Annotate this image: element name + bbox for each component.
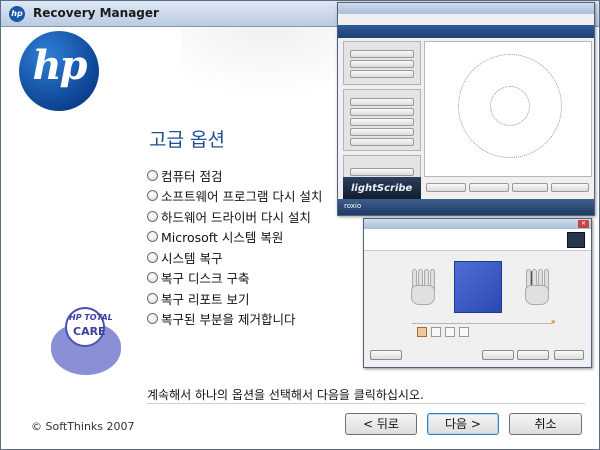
roxio-group-3 xyxy=(343,155,421,179)
roxio-option-button[interactable] xyxy=(350,50,414,58)
care-logo-line1: HP TOTAL xyxy=(69,313,113,322)
roxio-option-button[interactable] xyxy=(350,60,414,68)
option-label: 하드웨어 드라이버 다시 설치 xyxy=(161,209,311,225)
back-button[interactable]: < 뒤로 xyxy=(345,413,417,435)
roxio-edit-button[interactable] xyxy=(350,138,414,146)
step-box xyxy=(445,327,455,337)
step-box xyxy=(417,327,427,337)
roxio-edit-button[interactable] xyxy=(350,108,414,116)
lightscribe-logo: lightScribe xyxy=(343,177,421,201)
roxio-left-panel xyxy=(343,41,421,197)
option-reinstall-software[interactable]: 소프트웨어 프로그램 다시 설치 xyxy=(147,186,322,207)
left-hand-icon xyxy=(408,267,438,307)
roxio-footer-logo: roxio xyxy=(344,202,362,210)
radio-icon[interactable] xyxy=(147,292,158,304)
option-label: 복구 리포트 보기 xyxy=(161,291,250,307)
roxio-labeler-window: lightScribe roxio xyxy=(337,2,595,216)
roxio-group-1 xyxy=(343,41,421,85)
option-label: 소프트웨어 프로그램 다시 설치 xyxy=(161,189,323,205)
dialog-header xyxy=(364,229,591,251)
lightscribe-dialog: ✕ ★ xyxy=(363,218,592,368)
option-system-restore[interactable]: Microsoft 시스템 복원 xyxy=(147,227,322,248)
option-reinstall-drivers[interactable]: 하드웨어 드라이버 다시 설치 xyxy=(147,206,322,227)
copyright-text: © SoftThinks 2007 xyxy=(31,420,135,433)
roxio-group-2 xyxy=(343,89,421,151)
dialog-details-button[interactable] xyxy=(370,350,402,360)
palm xyxy=(525,285,549,305)
roxio-bottom-button[interactable] xyxy=(469,183,509,192)
radio-icon[interactable] xyxy=(147,169,158,181)
next-button[interactable]: 다음 > xyxy=(427,413,499,435)
hp-logo: hp xyxy=(19,31,99,111)
radio-icon[interactable] xyxy=(147,210,158,222)
option-label: 복구 디스크 구축 xyxy=(161,271,250,287)
roxio-edit-button[interactable] xyxy=(350,118,414,126)
roxio-title-bar[interactable] xyxy=(338,3,594,14)
hp-total-care-logo: HP TOTAL CARE xyxy=(41,301,127,381)
roxio-print-button[interactable] xyxy=(350,168,414,176)
keyboard-icon xyxy=(567,232,585,248)
roxio-footer: roxio xyxy=(338,199,594,215)
hp-app-icon: hp xyxy=(9,6,25,22)
roxio-edit-button[interactable] xyxy=(350,128,414,136)
option-view-recovery-report[interactable]: 복구 리포트 보기 xyxy=(147,288,322,309)
right-hand-icon xyxy=(522,267,552,307)
radio-icon[interactable] xyxy=(147,231,158,243)
radio-icon[interactable] xyxy=(147,190,158,202)
roxio-bottom-button[interactable] xyxy=(551,183,589,192)
dialog-title-bar[interactable] xyxy=(364,219,591,229)
option-remove-recovery-partition[interactable]: 복구된 부분을 제거합니다 xyxy=(147,309,322,330)
lightscribe-logo-text: lightScribe xyxy=(351,183,413,194)
radio-icon[interactable] xyxy=(147,251,158,263)
disc-inner-ring xyxy=(490,86,530,126)
divider xyxy=(147,403,585,404)
disc-drive-graphic xyxy=(454,261,502,313)
step-box xyxy=(459,327,469,337)
page-title: 고급 옵션 xyxy=(149,129,225,151)
star-icon: ★ xyxy=(550,318,557,326)
close-icon[interactable]: ✕ xyxy=(578,220,589,228)
roxio-instruction-bar xyxy=(338,25,594,38)
option-label: Microsoft 시스템 복원 xyxy=(161,230,284,246)
instruction-text: 계속해서 하나의 옵션을 선택해서 다음을 클릭하십시오. xyxy=(147,388,424,402)
hp-logo-text: hp xyxy=(32,42,87,89)
roxio-bottom-button[interactable] xyxy=(426,183,466,192)
step-box xyxy=(431,327,441,337)
radio-icon[interactable] xyxy=(147,313,158,325)
care-logo-line2: CARE xyxy=(73,325,106,338)
palm xyxy=(411,285,435,305)
disc-preview-canvas[interactable] xyxy=(424,41,592,177)
radio-icon[interactable] xyxy=(147,272,158,284)
option-list: 컴퓨터 점검 소프트웨어 프로그램 다시 설치 하드웨어 드라이버 다시 설치 … xyxy=(147,165,322,329)
option-system-recovery[interactable]: 시스템 복구 xyxy=(147,247,322,268)
option-check-computer[interactable]: 컴퓨터 점검 xyxy=(147,165,322,186)
option-create-recovery-discs[interactable]: 복구 디스크 구축 xyxy=(147,268,322,289)
cancel-button[interactable]: 취소 xyxy=(509,413,582,435)
roxio-edit-button[interactable] xyxy=(350,98,414,106)
dialog-cancel-button[interactable] xyxy=(554,350,584,360)
window-title: Recovery Manager xyxy=(33,6,159,20)
option-label: 복구된 부분을 제거합니다 xyxy=(161,312,296,328)
progress-track xyxy=(412,323,552,324)
roxio-option-button[interactable] xyxy=(350,70,414,78)
dialog-next-button[interactable] xyxy=(517,350,549,360)
dialog-back-button[interactable] xyxy=(482,350,514,360)
option-label: 컴퓨터 점검 xyxy=(161,168,223,184)
option-label: 시스템 복구 xyxy=(161,250,223,266)
roxio-bottom-button[interactable] xyxy=(512,183,548,192)
